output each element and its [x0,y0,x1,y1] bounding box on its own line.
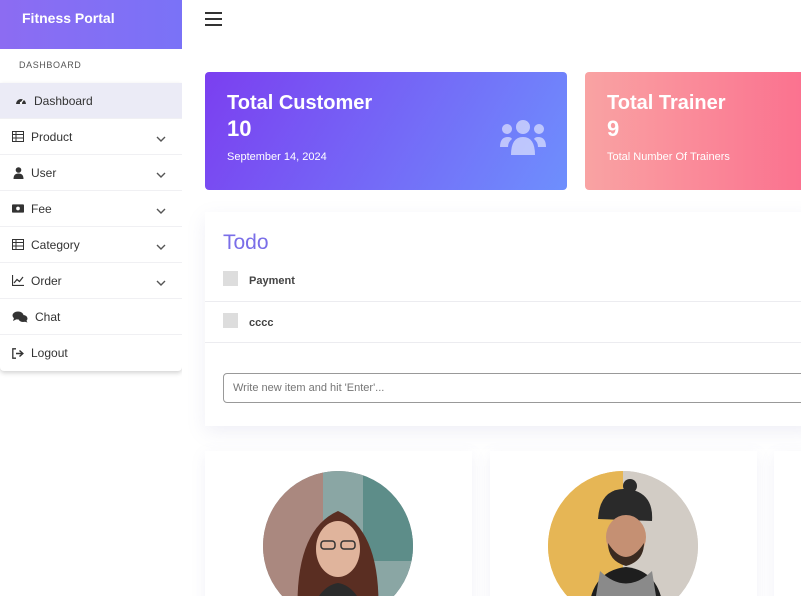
sidebar-item-product[interactable]: Product [0,119,182,155]
todo-item-text: cccc [249,317,274,329]
sidebar-item-label: Logout [31,346,68,360]
sidebar-item-dashboard[interactable]: Dashboard [0,83,182,119]
todo-item: cccc [205,302,801,343]
todo-item-text: Payment [249,275,295,287]
users-icon [500,118,546,160]
todo-panel: Todo Payment cccc [205,212,801,426]
sidebar-item-label: Chat [35,309,61,324]
line-chart-icon [12,275,24,287]
sidebar-menu: Dashboard Product User Fee Category Orde… [0,83,182,371]
card-value: 9 [607,116,620,141]
card-title: Total Customer [227,92,373,114]
trainer-profile-card [774,451,801,596]
table-icon [12,131,24,143]
money-icon [12,203,24,215]
chevron-down-icon[interactable] [156,204,166,218]
total-trainer-card: Total Trainer 9 Total Number Of Trainers [585,72,801,190]
total-customer-card: Total Customer 10 September 14, 2024 [205,72,567,190]
chevron-down-icon[interactable] [156,132,166,146]
sidebar-item-label: Product [31,129,73,144]
todo-title: Todo [223,231,269,254]
sidebar-item-chat[interactable]: Chat [0,299,182,335]
sidebar-item-label: Category [31,237,80,252]
app-title: Fitness Portal [0,0,182,49]
todo-item: Payment [205,261,801,302]
avatar [548,471,698,596]
sidebar-item-fee[interactable]: Fee [0,191,182,227]
sign-out-icon [12,347,24,359]
gauge-icon [15,95,27,107]
avatar [263,471,413,596]
sidebar-item-label: User [31,165,57,180]
sidebar-item-category[interactable]: Category [0,227,182,263]
chevron-down-icon[interactable] [156,240,166,254]
sidebar-item-user[interactable]: User [0,155,182,191]
sidebar-item-label: Order [31,273,62,288]
sidebar-section-label: DASHBOARD [19,60,82,70]
sidebar-item-logout[interactable]: Logout [0,335,182,371]
hamburger-menu-icon[interactable] [205,12,222,26]
table-icon [12,239,24,251]
sidebar-item-label: Dashboard [34,93,93,108]
card-title: Total Trainer [607,92,726,114]
comments-icon [12,311,28,323]
todo-checkbox[interactable] [223,313,238,328]
chevron-down-icon[interactable] [156,276,166,290]
sidebar-item-label: Fee [31,201,52,216]
trainer-profile-card [205,451,472,596]
sidebar-item-order[interactable]: Order [0,263,182,299]
card-subtitle: Total Number Of Trainers [607,151,730,163]
user-icon [12,166,24,179]
new-todo-input[interactable] [223,373,801,403]
chevron-down-icon[interactable] [156,168,166,182]
trainer-profile-card [490,451,757,596]
todo-checkbox[interactable] [223,271,238,286]
sidebar: DASHBOARD Dashboard Product User Fee Cat… [0,49,182,596]
top-bar [182,0,801,40]
